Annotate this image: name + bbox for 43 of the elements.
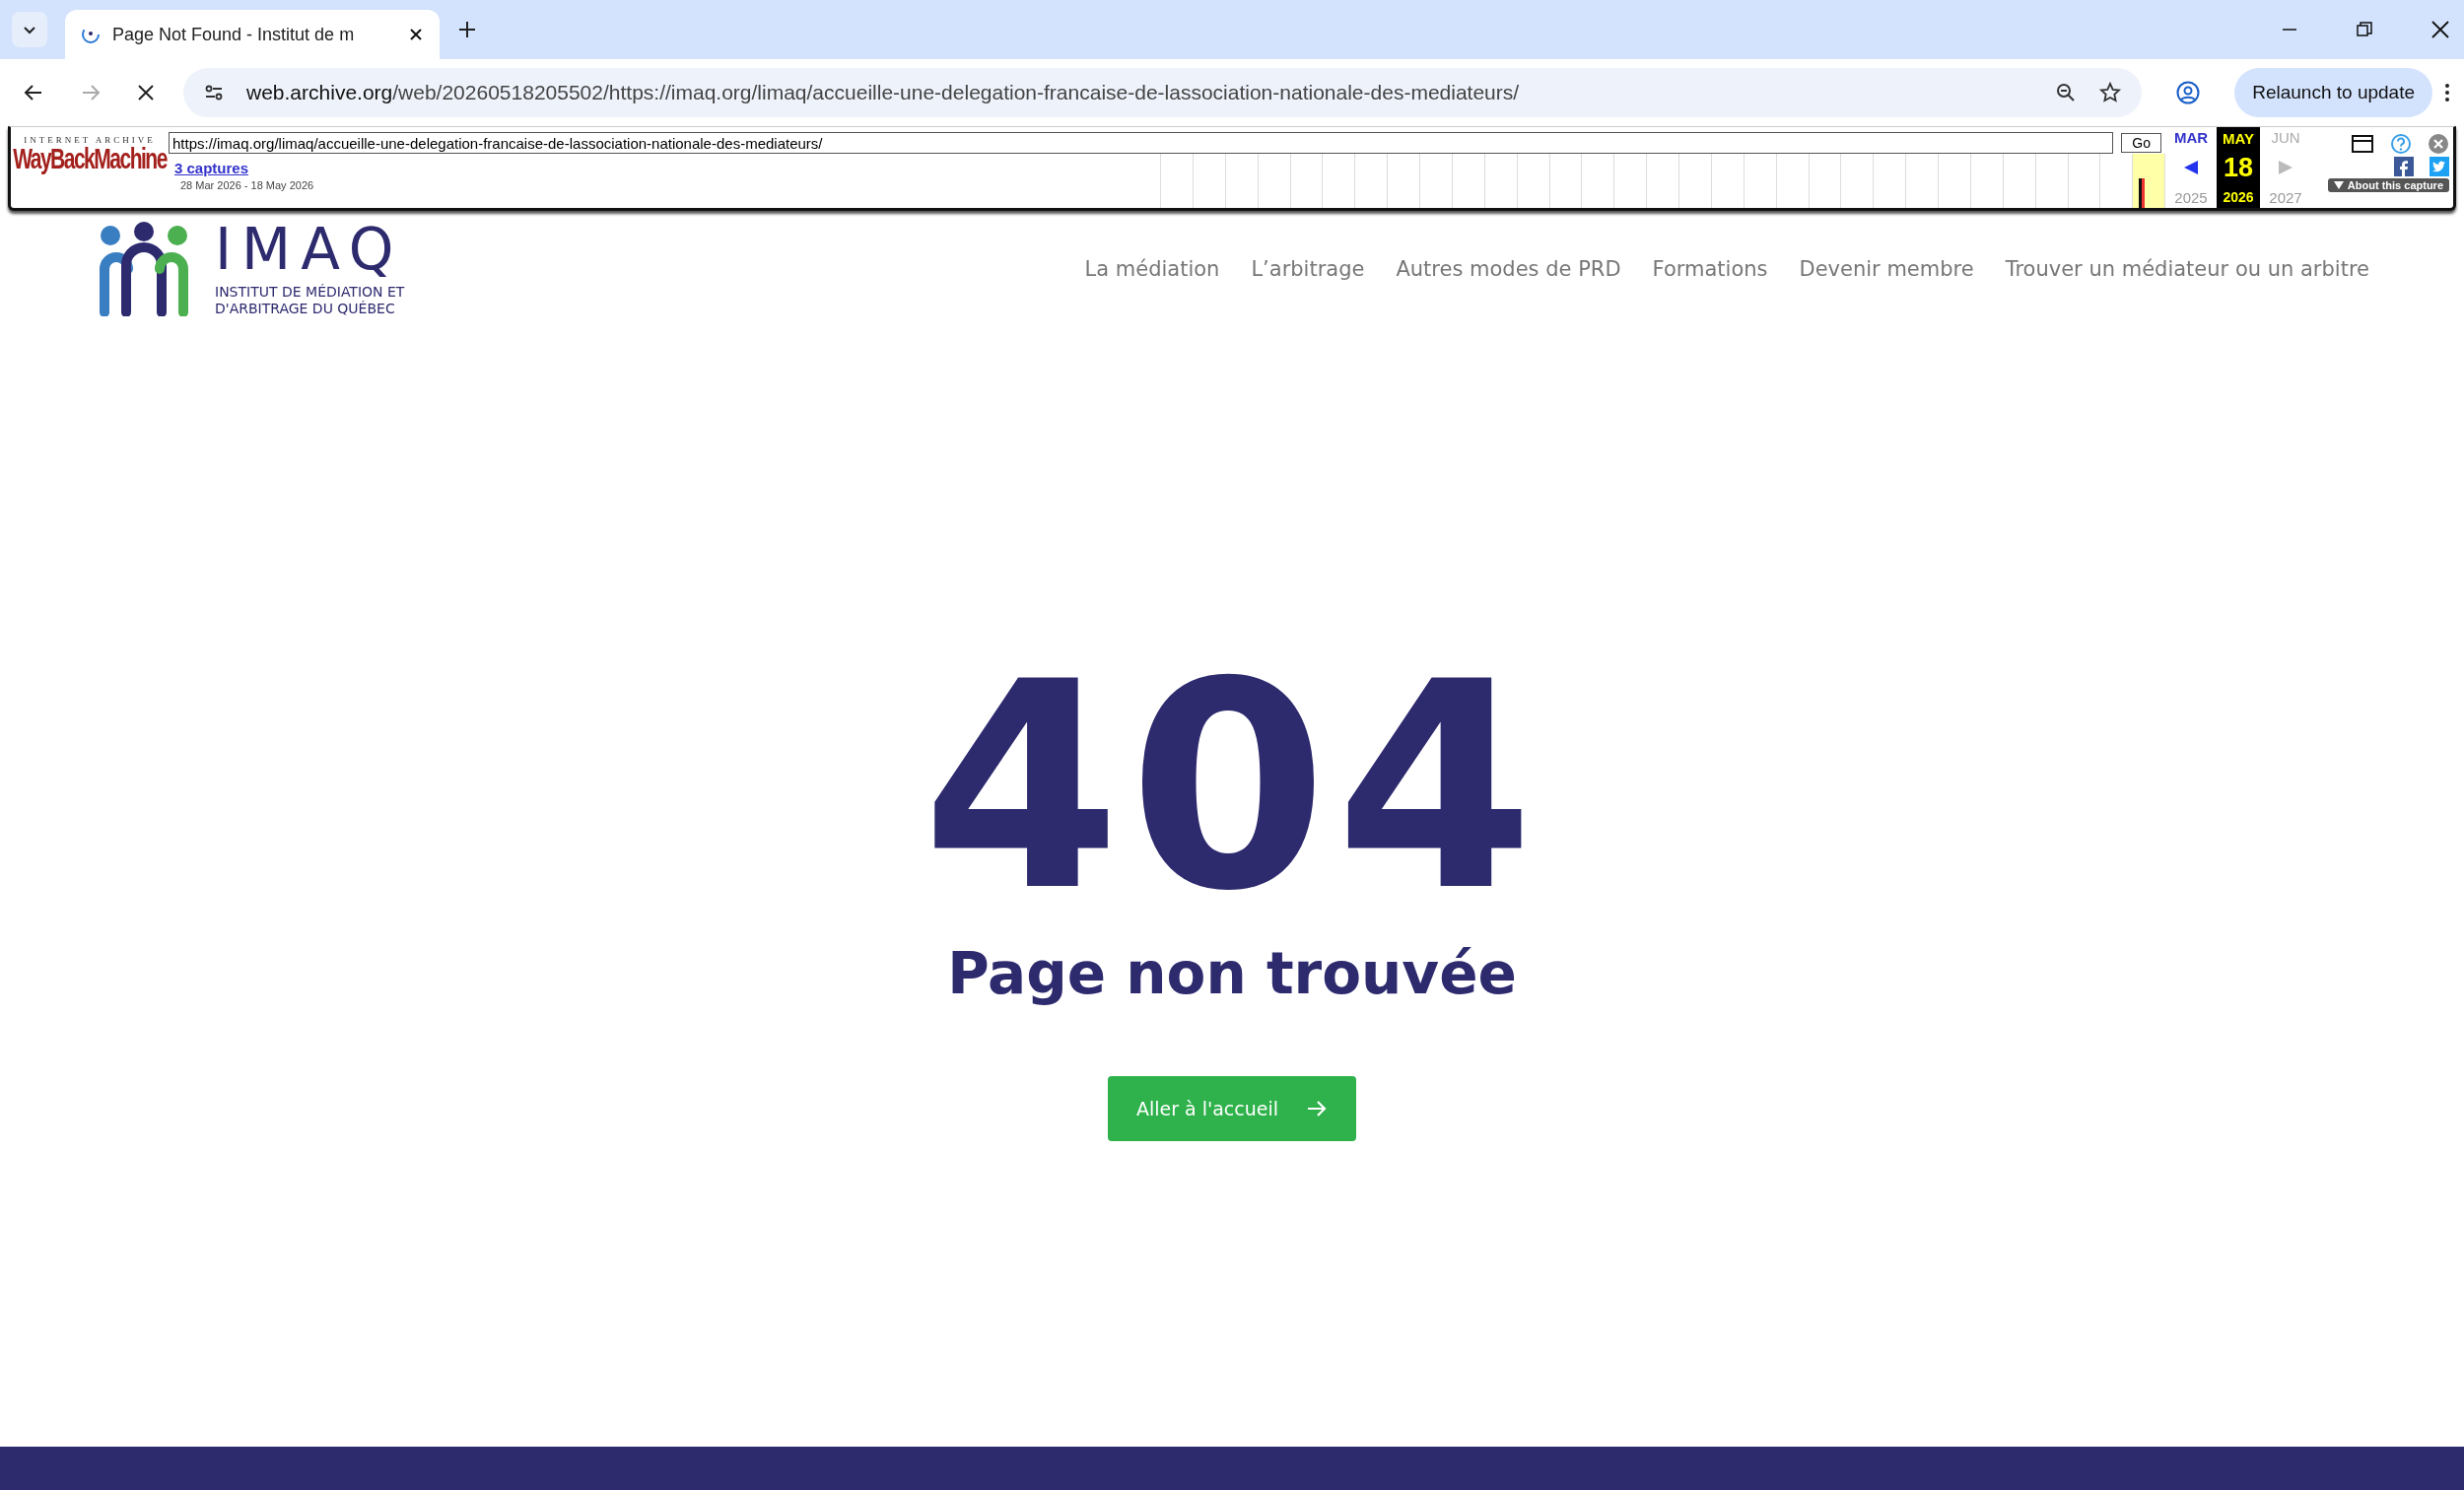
address-bar[interactable]: web.archive.org/web/20260518205502/https://imaq.org/limaq/accueille-une-delegation-francaise-de-lassociation-nationale-des-mediateurs/ [183, 68, 2143, 117]
nav-link[interactable]: Formations [1652, 257, 1768, 281]
error-message: Page non trouvée [947, 940, 1517, 1007]
captures-link[interactable]: 3 captures [174, 160, 1160, 176]
url-text: web.archive.org/web/20260518205502/https://imaq.org/limaq/accueille-une-delegation-francaise-de-lassociation-nationale-des-mediateurs/ [246, 81, 1521, 104]
star-icon[interactable] [2098, 81, 2123, 104]
close-icon[interactable] [408, 27, 424, 42]
next-month: JUN [2271, 129, 2300, 146]
browser-tab[interactable]: Page Not Found - Institut de m [65, 10, 440, 59]
go-button[interactable]: Go [2121, 133, 2161, 153]
caret-icon [2333, 181, 2344, 189]
profile-icon[interactable] [2175, 80, 2202, 105]
new-tab-icon[interactable] [457, 20, 477, 39]
nav-link[interactable]: Devenir membre [1799, 257, 1974, 281]
people-logo-icon[interactable] [97, 222, 191, 316]
previous-arrow-icon[interactable] [2182, 159, 2200, 176]
logo-wordmark[interactable]: IMAQ [215, 221, 405, 279]
help-icon[interactable] [2390, 133, 2412, 155]
nav-link[interactable]: La médiation [1084, 257, 1220, 281]
window-icon[interactable] [2351, 134, 2374, 154]
logo-subtitle: INSTITUT DE MÉDIATION ET [215, 284, 405, 301]
archive-label: INTERNET ARCHIVE [24, 135, 156, 145]
current-capture-date: MAY 18 2026 [2217, 127, 2260, 208]
nav-link[interactable]: Autres modes de PRD [1396, 257, 1621, 281]
previous-month-link[interactable]: MAR [2173, 129, 2209, 146]
facebook-icon[interactable] [2394, 157, 2414, 176]
error-code: 404 [922, 644, 1542, 930]
restore-icon[interactable] [2356, 21, 2373, 38]
about-capture-button[interactable]: About this capture [2327, 178, 2449, 192]
nav-link[interactable]: Trouver un médiateur ou un arbitre [2005, 257, 2369, 281]
wayback-logo[interactable]: WayBackMachine [13, 142, 167, 175]
nav-link[interactable]: L’arbitrage [1251, 257, 1365, 281]
url-input-field[interactable]: https://imaq.org/limaq/accueille-une-delegation-francaise-de-lassociation-nationale-des-mediateurs/ [169, 132, 2114, 154]
tab-list-button[interactable] [12, 12, 47, 47]
arrow-right-icon [1306, 1100, 1329, 1118]
next-arrow-icon [2277, 159, 2294, 176]
capture-range: 28 Mar 2026 - 18 May 2026 [180, 179, 315, 191]
close-icon[interactable] [2430, 20, 2450, 39]
bird-icon[interactable] [2430, 157, 2449, 176]
more-icon[interactable] [2444, 82, 2450, 103]
stop-icon[interactable] [136, 83, 156, 102]
relaunch-button[interactable]: Relaunch to update [2234, 68, 2432, 117]
logo-subtitle: D'ARBITRAGE DU QUÉBEC [215, 301, 396, 317]
